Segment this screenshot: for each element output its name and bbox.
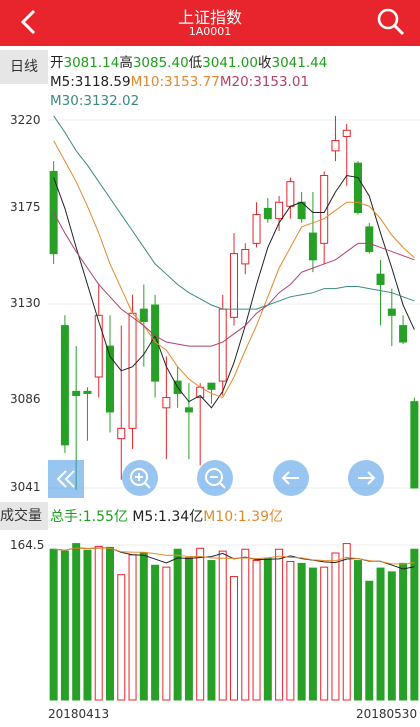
volume-bar	[128, 554, 137, 701]
high-value: 3085.40	[132, 55, 189, 71]
candle-body	[252, 214, 261, 244]
volume-bar	[297, 562, 306, 701]
candle-body	[241, 249, 250, 265]
volume-bar	[106, 546, 114, 701]
candle-body	[376, 273, 385, 285]
start-date: 20180413	[48, 707, 110, 721]
volume-bar	[139, 552, 148, 701]
candle-body	[365, 226, 374, 253]
volume-bar	[331, 552, 340, 701]
candle-body	[162, 397, 171, 409]
volume-bar	[196, 547, 205, 701]
volume-bar	[354, 560, 362, 701]
volume-total-value: 1.55亿	[82, 509, 128, 525]
candle-body	[410, 401, 419, 489]
high-label: 高	[119, 55, 133, 71]
scroll-left-button[interactable]	[48, 460, 84, 498]
open-value: 3081.14	[63, 55, 120, 71]
close-value: 3041.44	[271, 55, 328, 71]
y-label-3175: 3175	[10, 200, 41, 214]
end-date: 20180530	[356, 707, 418, 721]
volume-bar	[241, 548, 250, 701]
volume-max-label: 164.5	[10, 538, 45, 552]
volume-bar	[286, 560, 295, 701]
volume-bar	[252, 560, 261, 701]
candle-body	[94, 314, 103, 378]
zoom-in-icon	[130, 468, 151, 489]
candle-body	[207, 382, 216, 390]
volume-ma10: M10:1.39亿	[203, 509, 284, 525]
double-chevron-left-icon	[56, 470, 75, 488]
volume-bar	[207, 560, 216, 701]
volume-bar	[410, 548, 419, 701]
volume-bar	[49, 548, 58, 701]
volume-bar	[162, 566, 171, 701]
candle-body	[263, 207, 272, 220]
volume-bar	[342, 543, 351, 701]
y-label-3086: 3086	[10, 392, 41, 406]
zoom-out-icon	[205, 468, 226, 489]
y-label-3220: 3220	[10, 113, 41, 127]
volume-bar	[184, 557, 193, 701]
candle-body	[72, 390, 81, 396]
candle-body	[286, 181, 295, 207]
candle-body	[128, 312, 137, 429]
close-label: 收	[257, 55, 272, 71]
ma30-value: M30:3132.02	[50, 93, 140, 109]
volume-bar	[83, 549, 92, 701]
low-value: 3041.00	[202, 55, 258, 71]
volume-total-label: 总手:	[50, 509, 83, 525]
ma10-value: M10:3153.77	[130, 74, 220, 90]
volume-bar	[376, 567, 385, 701]
volume-ma5: M5:1.34亿	[132, 509, 204, 525]
candle-body	[83, 390, 92, 394]
volume-bar	[387, 571, 396, 701]
candle-body	[342, 129, 351, 137]
volume-bar	[60, 550, 69, 701]
volume-bar	[151, 564, 160, 701]
volume-bar	[263, 558, 272, 701]
volume-bar	[94, 545, 103, 701]
volume-bar	[218, 550, 227, 701]
y-label-3041: 3041	[10, 480, 41, 494]
candle-body	[387, 308, 396, 316]
period-tab-daily[interactable]: 日线	[0, 50, 48, 84]
candle-body	[218, 308, 227, 382]
open-label: 开	[50, 55, 64, 71]
move-right-button[interactable]	[348, 460, 384, 496]
volume-bar	[320, 566, 329, 701]
low-label: 低	[188, 55, 203, 71]
volume-bar	[275, 548, 284, 701]
move-left-button[interactable]	[273, 460, 309, 496]
volume-bar	[117, 574, 126, 701]
volume-bar	[72, 543, 81, 701]
candle-body	[60, 325, 69, 446]
candle-body	[184, 407, 193, 413]
candle-body	[230, 253, 238, 318]
volume-bar	[365, 580, 374, 701]
candle-body	[354, 162, 362, 214]
volume-info: 总手:1.55亿 M5:1.34亿M10:1.39亿	[50, 506, 283, 526]
volume-tab[interactable]: 成交量	[0, 502, 48, 530]
arrow-left-icon	[281, 471, 299, 485]
candle-body	[399, 325, 408, 343]
candle-body	[308, 232, 317, 261]
zoom-out-button[interactable]	[197, 460, 233, 496]
volume-bar	[399, 562, 408, 701]
candle-body	[139, 308, 148, 322]
candle-body	[117, 427, 126, 440]
zoom-in-button[interactable]	[122, 460, 158, 496]
candle-body	[331, 140, 340, 152]
y-label-3130: 3130	[10, 296, 41, 310]
candle-body	[320, 175, 329, 244]
ohlc-panel: 开3081.14高3085.40低3041.00收3041.44 M5:3118…	[50, 54, 327, 111]
volume-bar	[230, 576, 238, 701]
arrow-right-icon	[358, 471, 376, 485]
volume-bar	[308, 567, 317, 701]
volume-bar	[173, 548, 182, 701]
ma20-value: M20:3153.01	[219, 74, 310, 90]
ma5-value: M5:3118.59	[50, 74, 131, 90]
candle-body	[275, 201, 284, 220]
